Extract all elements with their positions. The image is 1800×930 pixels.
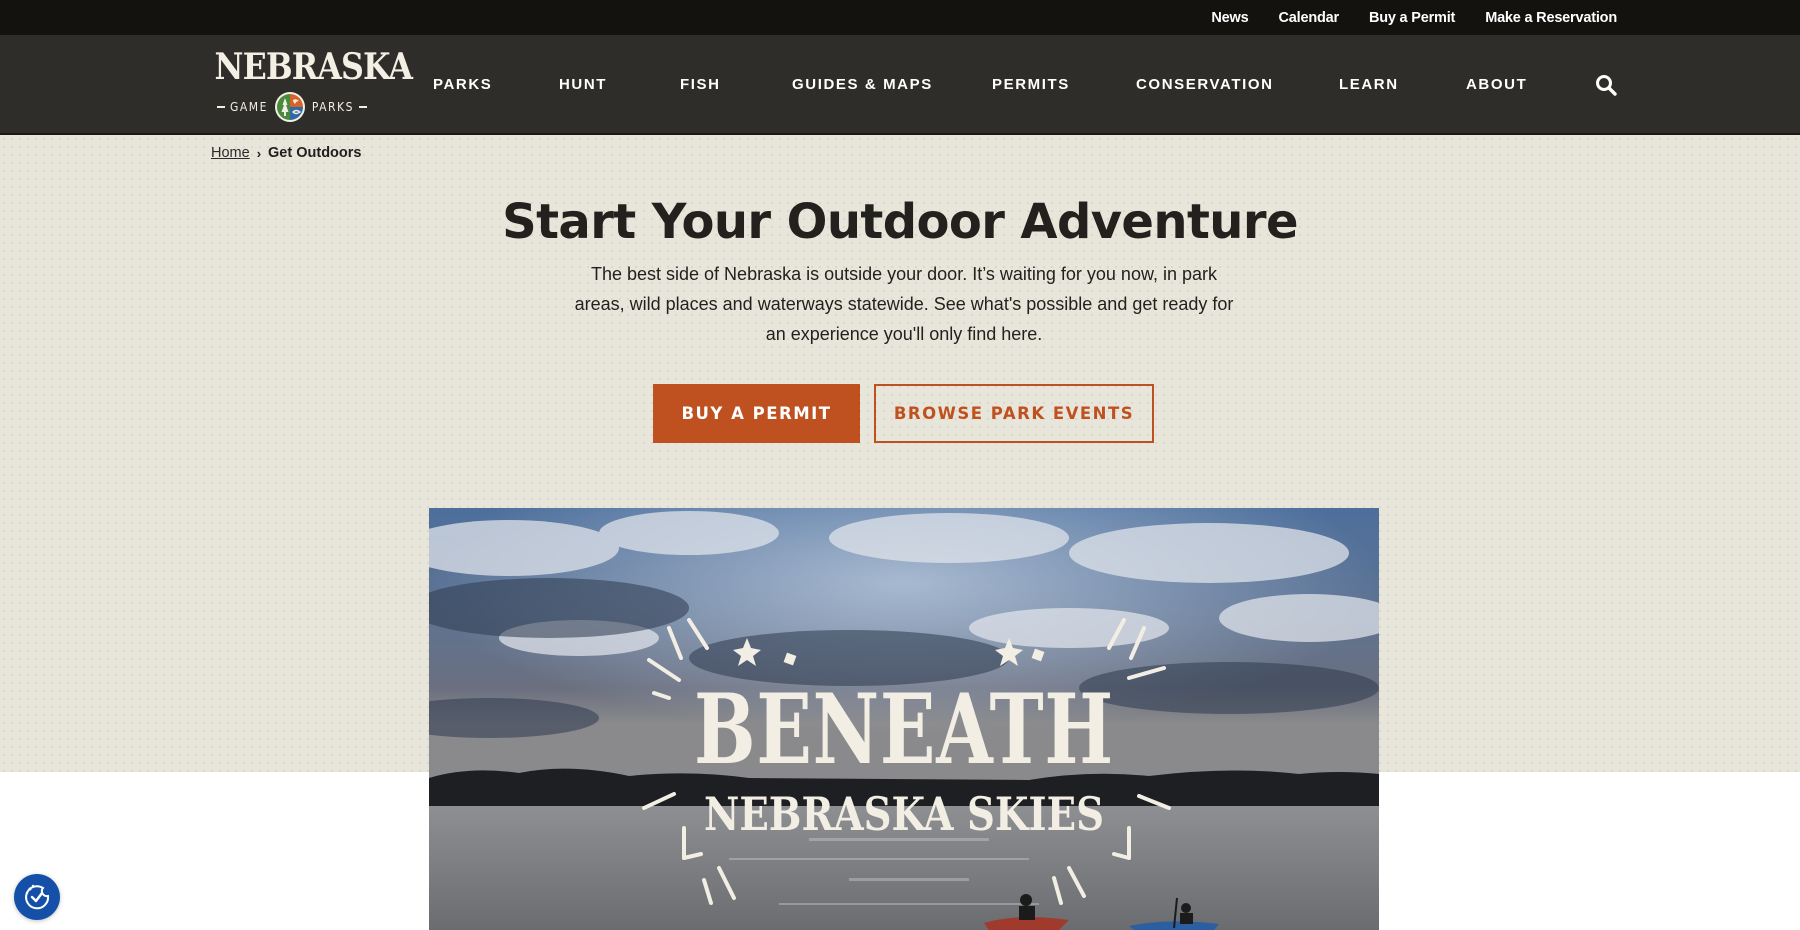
nav-item-about[interactable]: ABOUT bbox=[1466, 35, 1527, 135]
utility-link-make-reservation[interactable]: Make a Reservation bbox=[1485, 10, 1617, 26]
breadcrumb: Home › Get Outdoors bbox=[211, 145, 361, 161]
utility-bar: News Calendar Buy a Permit Make a Reserv… bbox=[0, 0, 1800, 35]
search-button[interactable] bbox=[1594, 73, 1618, 97]
buy-permit-button[interactable]: BUY A PERMIT bbox=[653, 384, 860, 443]
nav-item-guides-maps[interactable]: GUIDES & MAPS bbox=[792, 35, 933, 135]
hero-description: The best side of Nebraska is outside you… bbox=[574, 264, 1234, 344]
nav-item-hunt[interactable]: HUNT bbox=[559, 35, 607, 135]
nav-item-fish[interactable]: FISH bbox=[680, 35, 721, 135]
utility-link-calendar[interactable]: Calendar bbox=[1278, 10, 1339, 26]
nav-items: PARKS HUNT FISH GUIDES & MAPS PERMITS CO… bbox=[0, 35, 1800, 135]
accessibility-icon bbox=[25, 884, 50, 910]
nav-item-permits[interactable]: PERMITS bbox=[992, 35, 1070, 135]
utility-link-news[interactable]: News bbox=[1211, 10, 1248, 26]
accessibility-button[interactable] bbox=[14, 874, 60, 920]
breadcrumb-current: Get Outdoors bbox=[268, 145, 362, 161]
utility-links: News Calendar Buy a Permit Make a Reserv… bbox=[1181, 0, 1617, 35]
page-title: Start Your Outdoor Adventure bbox=[502, 194, 1298, 250]
breadcrumb-separator-icon: › bbox=[256, 145, 262, 161]
main-nav: NEBRASKA GAME PARKS PARKS HUNT FISH GUID… bbox=[0, 35, 1800, 135]
utility-link-buy-permit[interactable]: Buy a Permit bbox=[1369, 10, 1455, 26]
nav-item-conservation[interactable]: CONSERVATION bbox=[1136, 35, 1274, 135]
headline-top: BENEATH bbox=[694, 673, 1114, 786]
search-icon bbox=[1596, 75, 1617, 96]
headline-bottom: NEBRASKA SKIES bbox=[704, 787, 1104, 841]
browse-park-events-button[interactable]: BROWSE PARK EVENTS bbox=[874, 384, 1154, 443]
breadcrumb-home[interactable]: Home bbox=[211, 145, 250, 161]
nav-item-learn[interactable]: LEARN bbox=[1339, 35, 1399, 135]
feature-image-art: BENEATH NEBRASKA SKIES bbox=[429, 508, 1379, 930]
nav-item-parks[interactable]: PARKS bbox=[433, 35, 492, 135]
feature-image[interactable]: BENEATH NEBRASKA SKIES bbox=[429, 508, 1379, 930]
